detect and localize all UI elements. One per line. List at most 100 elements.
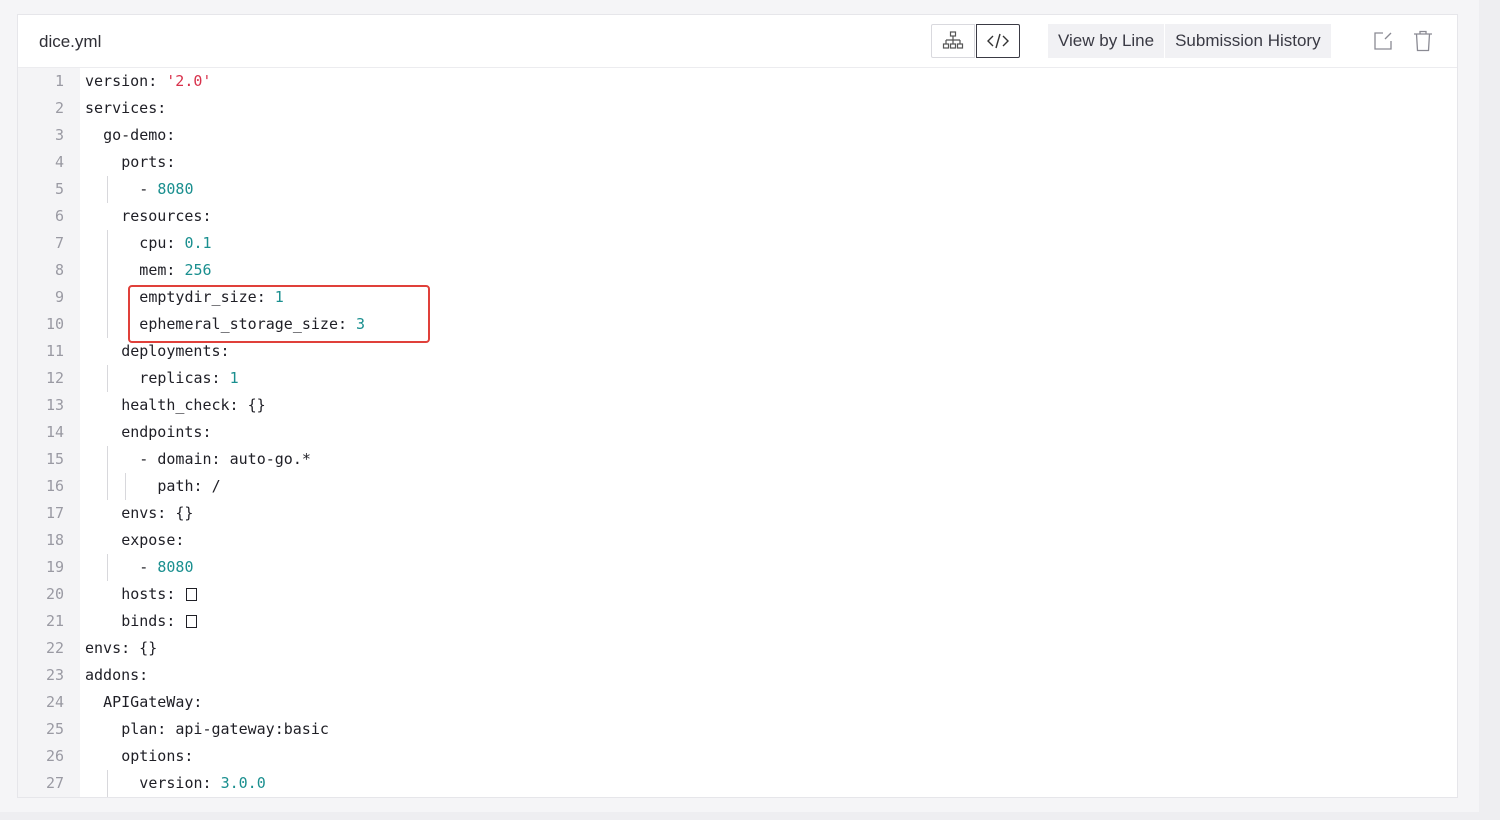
code-key: ports: — [121, 153, 176, 171]
code-text: endpoints: — [121, 419, 211, 446]
code-text: mem: 256 — [139, 257, 211, 284]
tree-view-button[interactable] — [931, 24, 975, 58]
code-key: ephemeral_storage_size: — [139, 315, 357, 333]
code-line: 6 resources: — [18, 203, 1457, 230]
code-line: 26 options: — [18, 743, 1457, 770]
code-key: endpoints: — [121, 423, 212, 441]
code-line: 20 hosts: — [18, 581, 1457, 608]
edit-icon[interactable] — [1371, 29, 1395, 53]
line-number: 27 — [45, 774, 64, 792]
code-line: 3 go-demo: — [18, 122, 1457, 149]
code-line: 4 ports: — [18, 149, 1457, 176]
code-line: 8 mem: 256 — [18, 257, 1457, 284]
code-key: hosts: — [121, 585, 185, 603]
code-number-value: 1 — [274, 288, 284, 306]
code-key: options: — [121, 747, 194, 765]
line-number: 6 — [54, 207, 64, 225]
code-line: 14 endpoints: — [18, 419, 1457, 446]
code-line: 5 - 8080 — [18, 176, 1457, 203]
line-number: 25 — [45, 720, 64, 738]
trash-icon[interactable] — [1411, 29, 1435, 53]
line-number: 1 — [54, 72, 64, 90]
indent-guide — [107, 311, 109, 338]
line-number: 2 — [54, 99, 64, 117]
code-line: 25 plan: api-gateway:basic — [18, 716, 1457, 743]
indent-guide — [125, 473, 127, 500]
line-number: 8 — [54, 261, 64, 279]
code-text: ephemeral_storage_size: 3 — [139, 311, 365, 338]
line-number: 23 — [45, 666, 64, 684]
code-text: services: — [85, 95, 166, 122]
code-line: 10 ephemeral_storage_size: 3 — [18, 311, 1457, 338]
code-key: - — [139, 558, 158, 576]
bottom-background-strip — [0, 812, 1500, 820]
code-text: envs: {} — [85, 635, 157, 662]
code-key: - domain: auto-go.* — [139, 450, 311, 468]
code-line: 11 deployments: — [18, 338, 1457, 365]
line-number: 18 — [45, 531, 64, 549]
right-background-strip — [1479, 0, 1500, 820]
code-key: cpu: — [139, 234, 185, 252]
indent-guide — [107, 473, 109, 500]
line-number: 11 — [45, 342, 64, 360]
indent-guide — [107, 230, 109, 257]
line-number: 14 — [45, 423, 64, 441]
code-key: binds: — [121, 612, 185, 630]
code-text: deployments: — [121, 338, 229, 365]
empty-list-box-icon — [186, 615, 198, 628]
code-number-value: 8080 — [157, 180, 194, 198]
line-number: 5 — [54, 180, 64, 198]
code-text: hosts: — [121, 581, 198, 608]
code-number-value: 1 — [229, 369, 239, 387]
code-number-value: 3 — [356, 315, 366, 333]
code-line: 13 health_check: {} — [18, 392, 1457, 419]
file-header: dice.yml View by Line Submission History — [18, 15, 1457, 68]
indent-guide — [107, 365, 109, 392]
code-editor[interactable]: 1 version: '2.0' 2 services: 3 go-demo: 4 ports… — [18, 68, 1457, 797]
code-number-value: 0.1 — [184, 234, 212, 252]
code-line: 17 envs: {} — [18, 500, 1457, 527]
code-line: 27 version: 3.0.0 — [18, 770, 1457, 797]
code-line: 16 path: / — [18, 473, 1457, 500]
code-key: services: — [85, 99, 167, 117]
code-key: - — [139, 180, 158, 198]
code-line: 15 - domain: auto-go.* — [18, 446, 1457, 473]
tab-submission-history[interactable]: Submission History — [1164, 24, 1331, 58]
code-text: binds: — [121, 608, 198, 635]
line-number: 20 — [45, 585, 64, 603]
code-line: 1 version: '2.0' — [18, 68, 1457, 95]
code-text: resources: — [121, 203, 211, 230]
code-icon — [987, 33, 1009, 49]
code-text: APIGateWay: — [103, 689, 202, 716]
file-viewer-panel: dice.yml View by Line Submission History… — [17, 14, 1458, 798]
line-number: 21 — [45, 612, 64, 630]
line-number: 16 — [45, 477, 64, 495]
code-key: plan: api-gateway:basic — [121, 720, 329, 738]
code-key: addons: — [85, 666, 149, 684]
line-number: 4 — [54, 153, 64, 171]
code-text: ports: — [121, 149, 175, 176]
code-text: version: 3.0.0 — [139, 770, 265, 797]
code-line: 2 services: — [18, 95, 1457, 122]
code-text: expose: — [121, 527, 184, 554]
code-key: version: — [139, 774, 221, 792]
code-text: - 8080 — [139, 554, 193, 581]
code-text: options: — [121, 743, 193, 770]
indent-guide — [107, 446, 109, 473]
code-number-value: 3.0.0 — [220, 774, 266, 792]
code-key: replicas: — [139, 369, 230, 387]
tab-view-by-line[interactable]: View by Line — [1048, 24, 1164, 58]
line-number: 22 — [45, 639, 64, 657]
code-number-value: 8080 — [157, 558, 194, 576]
sitemap-icon — [942, 31, 964, 49]
code-line: 21 binds: — [18, 608, 1457, 635]
indent-guide — [107, 554, 109, 581]
code-number-value: 256 — [184, 261, 212, 279]
code-key: deployments: — [121, 342, 230, 360]
code-string-value: '2.0' — [166, 72, 212, 90]
code-key: APIGateWay: — [103, 693, 203, 711]
line-number: 10 — [45, 315, 64, 333]
code-line: 24 APIGateWay: — [18, 689, 1457, 716]
code-view-button[interactable] — [976, 24, 1020, 58]
code-key: mem: — [139, 261, 185, 279]
